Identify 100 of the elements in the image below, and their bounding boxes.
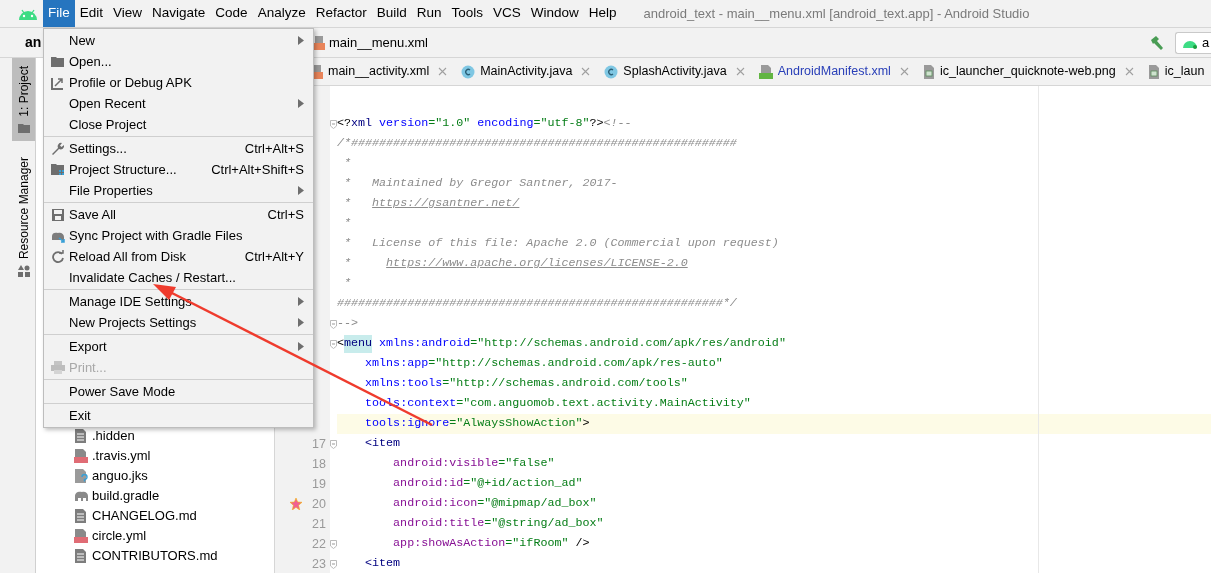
shapes-icon <box>17 264 30 277</box>
menu-item[interactable]: Close Project <box>44 114 313 135</box>
menu-bar-item[interactable]: View <box>108 0 148 27</box>
key-file-icon <box>74 469 88 483</box>
menu-item[interactable]: New <box>44 30 313 51</box>
code-line: android:visible="false" <box>392 455 556 473</box>
editor-tab[interactable]: ic_laun <box>1147 62 1205 81</box>
code-line: android:icon="@mipmap/ad_box" <box>392 495 598 513</box>
class-icon <box>461 64 476 79</box>
editor-tab[interactable]: SplashActivity.java <box>604 62 745 81</box>
fold-icon[interactable] <box>330 539 337 549</box>
code-line: <menu xmlns:android="http://schemas.android.com/apk/res/android" <box>337 334 787 354</box>
fold-icon[interactable] <box>330 119 337 129</box>
close-icon[interactable] <box>581 67 591 76</box>
file-tree-item[interactable]: .travis.yml <box>92 446 151 466</box>
menu-bar-item[interactable]: Run <box>411 0 447 27</box>
close-icon[interactable] <box>438 67 448 76</box>
text-file-icon <box>74 429 88 443</box>
code-line: * License of this file: Apache 2.0 (Commercial upon request) <box>343 235 780 253</box>
line-number: 22 <box>311 535 326 553</box>
file-tree-item[interactable]: .hidden <box>92 426 135 446</box>
menu-item[interactable]: Power Save Mode <box>44 381 313 402</box>
window-title: android_text - main__menu.xml [android_text.app] - Android Studio <box>643 4 1030 23</box>
image-file-icon <box>922 64 935 79</box>
editor-tab[interactable]: ic_launcher_quicknote-web.png <box>922 62 1134 81</box>
star-icon[interactable] <box>290 498 302 510</box>
menu-item[interactable]: Profile or Debug APK <box>44 72 313 93</box>
folder-icon <box>17 122 30 133</box>
yaml-file-icon <box>74 449 88 463</box>
yaml-file-icon <box>74 529 88 543</box>
editor-tab[interactable]: AndroidManifest.xml <box>758 62 909 81</box>
project-name: an <box>25 34 42 50</box>
code-line: * <box>343 155 353 173</box>
profile-icon <box>51 75 65 90</box>
run-configuration-dropdown[interactable]: a <box>1175 31 1211 54</box>
close-icon[interactable] <box>1124 67 1134 76</box>
menu-bar-item[interactable]: File <box>43 0 75 27</box>
menu-bar-item[interactable]: Refactor <box>310 0 372 27</box>
code-line: #######################################################*/ <box>337 295 738 313</box>
menu-item[interactable]: New Projects Settings <box>44 312 313 333</box>
editor-tab[interactable]: MainActivity.java <box>461 62 591 81</box>
file-tree-item[interactable]: build.gradle <box>92 486 160 506</box>
menu-item[interactable]: File Properties <box>44 180 313 201</box>
menu-bar-item[interactable]: Analyze <box>252 0 311 27</box>
fold-icon[interactable] <box>330 439 337 449</box>
code-line: * https://gsantner.net/ <box>343 195 521 213</box>
xml-file-icon <box>313 35 325 50</box>
menu-item[interactable]: Export <box>44 336 313 357</box>
file-tree-item[interactable]: anguo.jks <box>92 466 148 486</box>
line-number: 17 <box>311 435 326 453</box>
fold-icon[interactable] <box>330 559 337 569</box>
code-line: <item <box>364 555 402 573</box>
menu-item[interactable]: Sync Project with Gradle Files <box>44 225 313 246</box>
code-line: /*####################################################### <box>337 135 738 153</box>
code-line: * https://www.apache.org/licenses/LICENSE-2.0 <box>343 255 689 273</box>
reload-icon <box>51 249 65 264</box>
tool-window-tab[interactable]: 1: Project <box>12 58 35 141</box>
close-icon[interactable] <box>899 67 909 76</box>
menu-item[interactable]: Open Recent <box>44 93 313 114</box>
menu-item[interactable]: Exit <box>44 405 313 426</box>
code-line: * <box>343 275 353 293</box>
menu-item[interactable]: Open... <box>44 51 313 72</box>
code-line: <item <box>364 435 402 453</box>
close-icon[interactable] <box>735 67 745 76</box>
code-line: * <box>343 215 353 233</box>
file-tree-item[interactable]: CONTRIBUTORS.md <box>92 546 218 566</box>
menu-item[interactable]: Save All Ctrl+S <box>44 204 313 225</box>
tool-window-tab[interactable]: Resource Manager <box>12 148 35 285</box>
menu-item[interactable]: Manage IDE Settings <box>44 291 313 312</box>
menu-item[interactable]: Project Structure... Ctrl+Alt+Shift+S <box>44 159 313 180</box>
menu-bar-item[interactable]: Window <box>525 0 584 27</box>
menu-bar-item[interactable]: VCS <box>488 0 526 27</box>
line-number: 18 <box>311 455 326 473</box>
menu-item[interactable]: Reload All from Disk Ctrl+Alt+Y <box>44 246 313 267</box>
text-file-icon <box>74 549 88 563</box>
menu-bar-item[interactable]: Code <box>210 0 253 27</box>
menu-bar-item[interactable]: Tools <box>446 0 488 27</box>
code-line: android:title="@string/ad_box" <box>392 515 605 533</box>
menu-bar-item[interactable]: Help <box>583 0 622 27</box>
manifest-file-icon <box>758 64 773 79</box>
menu-bar-item[interactable]: Edit <box>74 0 109 27</box>
line-number: 23 <box>311 555 326 573</box>
printer-icon <box>51 360 65 375</box>
menu-item[interactable]: Invalidate Caches / Restart... <box>44 267 313 288</box>
menu-item[interactable]: Settings... Ctrl+Alt+S <box>44 138 313 159</box>
code-line: --> <box>337 315 360 333</box>
menu-bar-item[interactable]: Build <box>371 0 412 27</box>
menu-bar-item[interactable]: Navigate <box>147 0 211 27</box>
fold-icon[interactable] <box>330 319 337 329</box>
file-tree-item[interactable]: circle.yml <box>92 526 147 546</box>
code-line: android:id="@+id/action_ad" <box>392 475 584 493</box>
fold-icon[interactable] <box>330 339 337 349</box>
code-line: xmlns:app="http://schemas.android.com/apk/res-auto" <box>364 355 724 373</box>
file-tree-item[interactable]: CHANGELOG.md <box>92 506 197 526</box>
line-number: 20 <box>311 495 326 513</box>
hammer-icon[interactable] <box>1149 34 1165 51</box>
structure-icon <box>51 162 65 177</box>
code-line: <?xml version="1.0" encoding="utf-8"?><!-- <box>337 115 633 133</box>
breadcrumb-item[interactable]: main__menu.xml <box>313 32 428 53</box>
wrench-icon <box>51 141 65 156</box>
